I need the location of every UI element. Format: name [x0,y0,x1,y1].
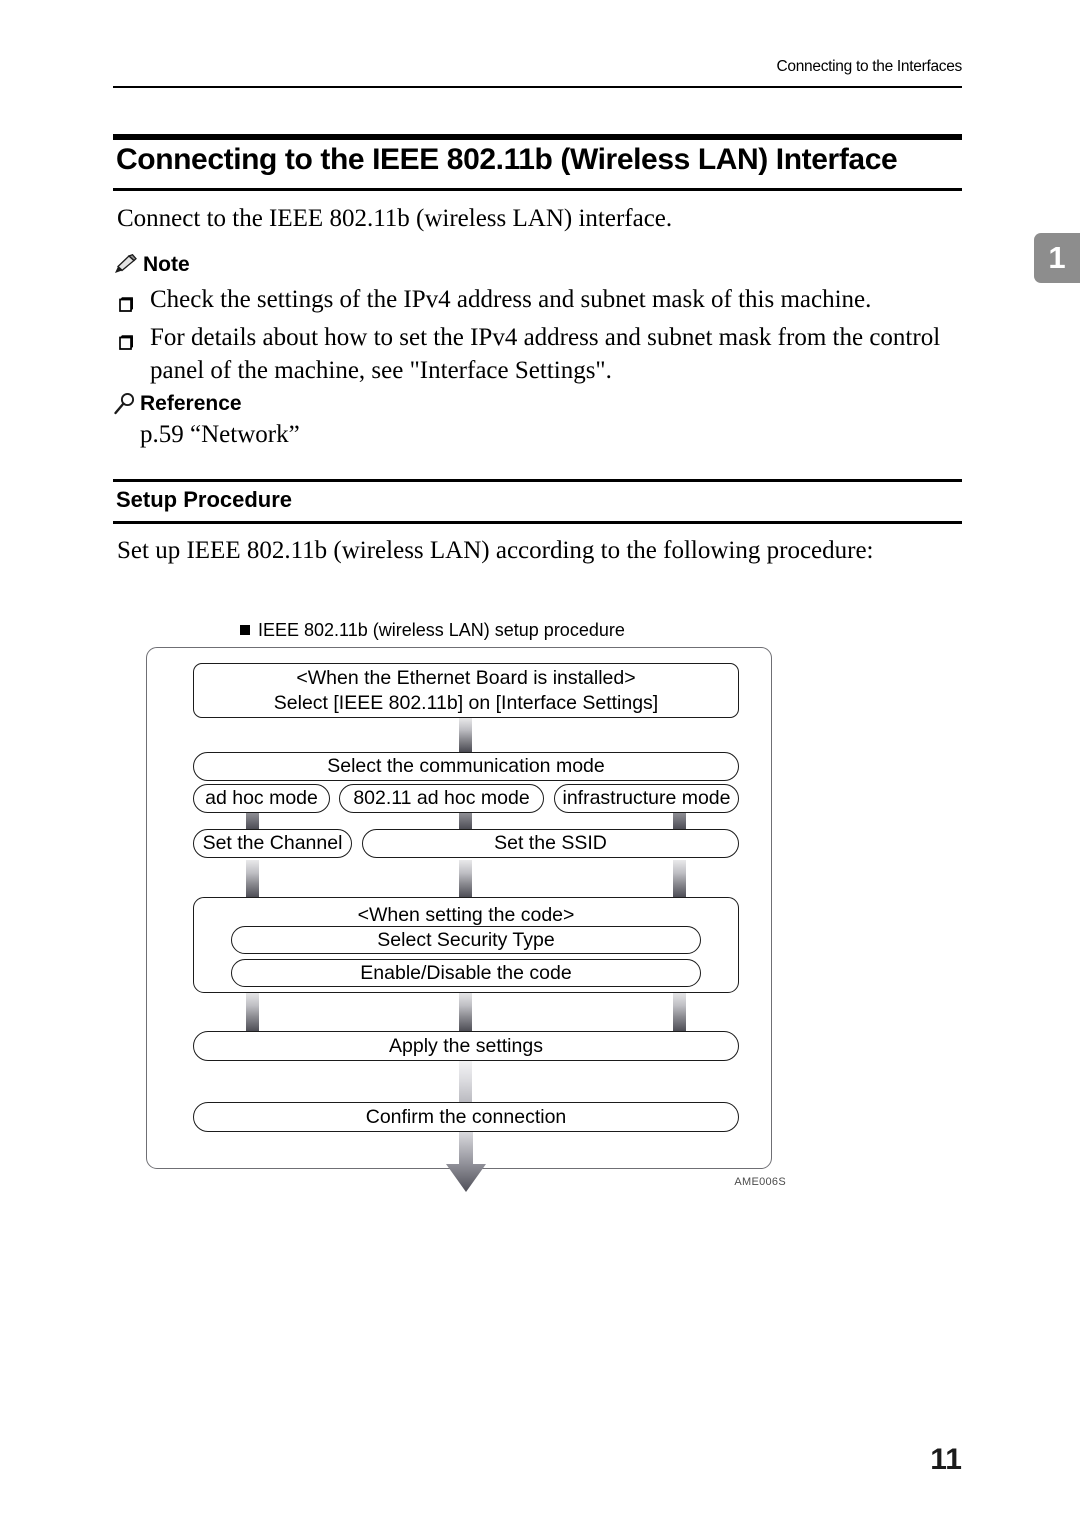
note-item-text: Check the settings of the IPv4 address a… [150,286,872,313]
note-list-item: For details about how to set the IPv4 ad… [117,321,965,388]
flow-step-line2: Select [IEEE 802.11b] on [Interface Sett… [273,691,659,714]
note-list-item: Check the settings of the IPv4 address a… [117,283,965,317]
title-rule-top [113,134,962,140]
setup-paragraph: Set up IEEE 802.11b (wireless LAN) accor… [117,537,874,564]
flow-step-set-the-ssid: Set the SSID [362,829,739,858]
box-bullet-icon [117,290,135,312]
figure-id: AME006S [734,1176,786,1188]
reference-body: p.59 “Network” [140,421,300,448]
square-bullet-icon [240,625,250,635]
setup-rule-top [113,479,962,482]
flow-step-select-interface: <When the Ethernet Board is installed> S… [193,663,739,718]
header-rule [113,86,962,88]
chapter-tab: 1 [1034,233,1080,283]
flow-step-set-the-channel: Set the Channel [193,829,352,858]
connector-code-apply-left [246,992,259,1032]
intro-paragraph: Connect to the IEEE 802.11b (wireless LA… [117,205,673,232]
pencil-icon [113,254,137,276]
note-list: Check the settings of the IPv4 address a… [117,283,965,392]
connector-channel-code [246,860,259,898]
note-heading: Note [113,250,190,280]
figure-caption: IEEE 802.11b (wireless LAN) setup proced… [240,620,625,641]
box-bullet-icon [117,328,135,350]
running-header-text: Connecting to the Interfaces [776,58,963,75]
reference-label: Reference [140,392,242,415]
figure-caption-text: IEEE 802.11b (wireless LAN) setup proced… [258,620,625,640]
connector-code-apply-mid [459,992,472,1032]
flow-option-infrastructure-mode: infrastructure mode [554,784,739,813]
page-title: Connecting to the IEEE 802.11b (Wireless… [116,143,898,176]
flow-step-select-security-type: Select Security Type [231,926,701,954]
note-item-text: For details about how to set the IPv4 ad… [150,323,941,385]
magnifier-icon [113,392,137,416]
setup-rule-bottom [113,521,962,524]
flow-option-ad-hoc-mode: ad hoc mode [193,784,330,813]
flow-step-enable-disable-the-code: Enable/Disable the code [231,959,701,987]
title-rule-bottom [113,188,962,191]
connector-ssid-code-mid [459,860,472,898]
reference-heading: Reference [113,389,242,419]
flow-step-apply-the-settings: Apply the settings [193,1031,739,1061]
flow-group-title: <When setting the code> [357,904,575,926]
connector-step1-step2 [459,718,472,752]
down-arrow-icon [443,1132,489,1199]
flow-option-802-11-ad-hoc-mode: 802.11 ad hoc mode [339,784,544,813]
setup-procedure-figure: IEEE 802.11b (wireless LAN) setup proced… [146,620,786,1205]
setup-heading: Setup Procedure [116,487,293,512]
flow-step-confirm-the-connection: Confirm the connection [193,1102,739,1132]
connector-code-apply-right [673,992,686,1032]
page-number: 11 [930,1443,962,1476]
connector-ssid-code-right [673,860,686,898]
connector-apply-confirm [459,1061,472,1103]
flow-step-line1: <When the Ethernet Board is installed> [296,666,636,689]
running-header: Connecting to the Interfaces [113,58,963,79]
note-label: Note [143,253,190,276]
flow-step-select-communication-mode: Select the communication mode [193,752,739,781]
